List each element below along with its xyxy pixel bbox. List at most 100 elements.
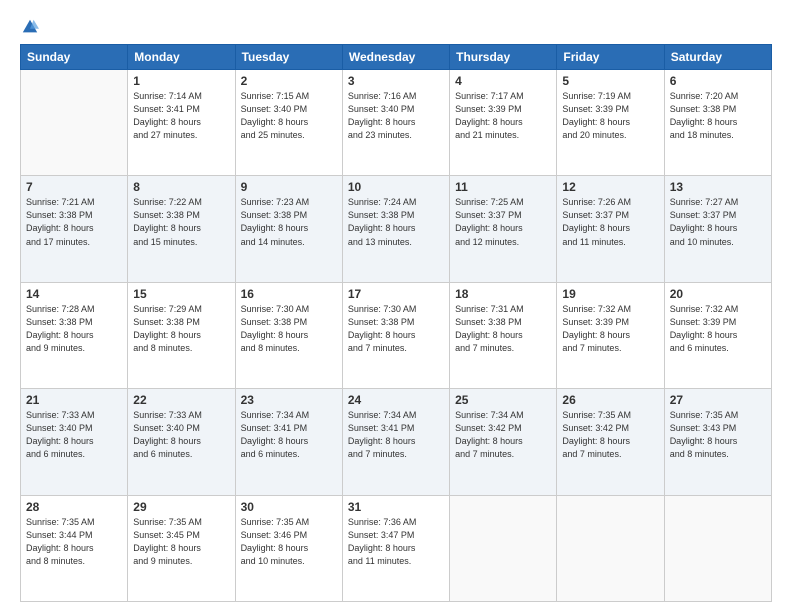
cell-daylight-info: Sunrise: 7:26 AM Sunset: 3:37 PM Dayligh… (562, 196, 658, 248)
day-number: 1 (133, 74, 229, 88)
day-number: 2 (241, 74, 337, 88)
cell-daylight-info: Sunrise: 7:31 AM Sunset: 3:38 PM Dayligh… (455, 303, 551, 355)
calendar-cell: 17 Sunrise: 7:30 AM Sunset: 3:38 PM Dayli… (342, 282, 449, 388)
weekday-header-row: SundayMondayTuesdayWednesdayThursdayFrid… (21, 45, 772, 70)
logo-icon (21, 18, 39, 36)
day-number: 21 (26, 393, 122, 407)
logo (20, 18, 39, 36)
cell-daylight-info: Sunrise: 7:34 AM Sunset: 3:42 PM Dayligh… (455, 409, 551, 461)
calendar-cell: 31 Sunrise: 7:36 AM Sunset: 3:47 PM Dayli… (342, 495, 449, 601)
day-number: 6 (670, 74, 766, 88)
cell-daylight-info: Sunrise: 7:23 AM Sunset: 3:38 PM Dayligh… (241, 196, 337, 248)
cell-daylight-info: Sunrise: 7:14 AM Sunset: 3:41 PM Dayligh… (133, 90, 229, 142)
calendar-cell: 26 Sunrise: 7:35 AM Sunset: 3:42 PM Dayli… (557, 389, 664, 495)
day-number: 26 (562, 393, 658, 407)
cell-daylight-info: Sunrise: 7:32 AM Sunset: 3:39 PM Dayligh… (562, 303, 658, 355)
day-number: 14 (26, 287, 122, 301)
page: SundayMondayTuesdayWednesdayThursdayFrid… (0, 0, 792, 612)
day-number: 18 (455, 287, 551, 301)
calendar-week-row: 7 Sunrise: 7:21 AM Sunset: 3:38 PM Daylig… (21, 176, 772, 282)
day-number: 24 (348, 393, 444, 407)
calendar-cell: 9 Sunrise: 7:23 AM Sunset: 3:38 PM Daylig… (235, 176, 342, 282)
calendar-week-row: 28 Sunrise: 7:35 AM Sunset: 3:44 PM Dayli… (21, 495, 772, 601)
day-number: 25 (455, 393, 551, 407)
cell-daylight-info: Sunrise: 7:16 AM Sunset: 3:40 PM Dayligh… (348, 90, 444, 142)
cell-daylight-info: Sunrise: 7:15 AM Sunset: 3:40 PM Dayligh… (241, 90, 337, 142)
cell-daylight-info: Sunrise: 7:17 AM Sunset: 3:39 PM Dayligh… (455, 90, 551, 142)
cell-daylight-info: Sunrise: 7:35 AM Sunset: 3:44 PM Dayligh… (26, 516, 122, 568)
day-number: 5 (562, 74, 658, 88)
calendar-cell: 29 Sunrise: 7:35 AM Sunset: 3:45 PM Dayli… (128, 495, 235, 601)
day-number: 16 (241, 287, 337, 301)
calendar-cell: 23Sunrise: 7:34 AM Sunset: 3:41 PM Dayli… (235, 389, 342, 495)
day-number: 28 (26, 500, 122, 514)
calendar-cell: 24Sunrise: 7:34 AM Sunset: 3:41 PM Dayli… (342, 389, 449, 495)
calendar-cell: 27Sunrise: 7:35 AM Sunset: 3:43 PM Dayli… (664, 389, 771, 495)
header (20, 18, 772, 36)
calendar-cell: 12 Sunrise: 7:26 AM Sunset: 3:37 PM Dayli… (557, 176, 664, 282)
calendar-cell: 8Sunrise: 7:22 AM Sunset: 3:38 PM Daylig… (128, 176, 235, 282)
calendar-cell: 19Sunrise: 7:32 AM Sunset: 3:39 PM Dayli… (557, 282, 664, 388)
calendar-cell: 21 Sunrise: 7:33 AM Sunset: 3:40 PM Dayli… (21, 389, 128, 495)
day-number: 22 (133, 393, 229, 407)
calendar-cell: 5 Sunrise: 7:19 AM Sunset: 3:39 PM Daylig… (557, 70, 664, 176)
day-number: 17 (348, 287, 444, 301)
cell-daylight-info: Sunrise: 7:27 AM Sunset: 3:37 PM Dayligh… (670, 196, 766, 248)
calendar-cell: 25 Sunrise: 7:34 AM Sunset: 3:42 PM Dayli… (450, 389, 557, 495)
day-number: 13 (670, 180, 766, 194)
calendar-table: SundayMondayTuesdayWednesdayThursdayFrid… (20, 44, 772, 602)
calendar-cell: 28 Sunrise: 7:35 AM Sunset: 3:44 PM Dayli… (21, 495, 128, 601)
day-number: 20 (670, 287, 766, 301)
cell-daylight-info: Sunrise: 7:35 AM Sunset: 3:46 PM Dayligh… (241, 516, 337, 568)
day-number: 9 (241, 180, 337, 194)
cell-daylight-info: Sunrise: 7:35 AM Sunset: 3:43 PM Dayligh… (670, 409, 766, 461)
cell-daylight-info: Sunrise: 7:30 AM Sunset: 3:38 PM Dayligh… (348, 303, 444, 355)
calendar-cell: 10Sunrise: 7:24 AM Sunset: 3:38 PM Dayli… (342, 176, 449, 282)
cell-daylight-info: Sunrise: 7:36 AM Sunset: 3:47 PM Dayligh… (348, 516, 444, 568)
cell-daylight-info: Sunrise: 7:20 AM Sunset: 3:38 PM Dayligh… (670, 90, 766, 142)
weekday-header-thursday: Thursday (450, 45, 557, 70)
cell-daylight-info: Sunrise: 7:19 AM Sunset: 3:39 PM Dayligh… (562, 90, 658, 142)
calendar-cell: 2 Sunrise: 7:15 AM Sunset: 3:40 PM Daylig… (235, 70, 342, 176)
calendar-week-row: 14 Sunrise: 7:28 AM Sunset: 3:38 PM Dayli… (21, 282, 772, 388)
cell-daylight-info: Sunrise: 7:30 AM Sunset: 3:38 PM Dayligh… (241, 303, 337, 355)
weekday-header-friday: Friday (557, 45, 664, 70)
calendar-cell (664, 495, 771, 601)
weekday-header-sunday: Sunday (21, 45, 128, 70)
cell-daylight-info: Sunrise: 7:34 AM Sunset: 3:41 PM Dayligh… (241, 409, 337, 461)
cell-daylight-info: Sunrise: 7:21 AM Sunset: 3:38 PM Dayligh… (26, 196, 122, 248)
weekday-header-wednesday: Wednesday (342, 45, 449, 70)
calendar-cell: 14 Sunrise: 7:28 AM Sunset: 3:38 PM Dayli… (21, 282, 128, 388)
day-number: 4 (455, 74, 551, 88)
day-number: 31 (348, 500, 444, 514)
cell-daylight-info: Sunrise: 7:22 AM Sunset: 3:38 PM Dayligh… (133, 196, 229, 248)
calendar-cell: 20 Sunrise: 7:32 AM Sunset: 3:39 PM Dayli… (664, 282, 771, 388)
calendar-cell: 22 Sunrise: 7:33 AM Sunset: 3:40 PM Dayli… (128, 389, 235, 495)
cell-daylight-info: Sunrise: 7:32 AM Sunset: 3:39 PM Dayligh… (670, 303, 766, 355)
calendar-cell: 6 Sunrise: 7:20 AM Sunset: 3:38 PM Daylig… (664, 70, 771, 176)
weekday-header-saturday: Saturday (664, 45, 771, 70)
calendar-week-row: 21 Sunrise: 7:33 AM Sunset: 3:40 PM Dayli… (21, 389, 772, 495)
day-number: 7 (26, 180, 122, 194)
cell-daylight-info: Sunrise: 7:28 AM Sunset: 3:38 PM Dayligh… (26, 303, 122, 355)
cell-daylight-info: Sunrise: 7:33 AM Sunset: 3:40 PM Dayligh… (133, 409, 229, 461)
day-number: 30 (241, 500, 337, 514)
cell-daylight-info: Sunrise: 7:35 AM Sunset: 3:45 PM Dayligh… (133, 516, 229, 568)
calendar-cell: 16 Sunrise: 7:30 AM Sunset: 3:38 PM Dayli… (235, 282, 342, 388)
cell-daylight-info: Sunrise: 7:33 AM Sunset: 3:40 PM Dayligh… (26, 409, 122, 461)
cell-daylight-info: Sunrise: 7:29 AM Sunset: 3:38 PM Dayligh… (133, 303, 229, 355)
calendar-week-row: 1 Sunrise: 7:14 AM Sunset: 3:41 PM Daylig… (21, 70, 772, 176)
weekday-header-monday: Monday (128, 45, 235, 70)
calendar-cell (450, 495, 557, 601)
day-number: 29 (133, 500, 229, 514)
calendar-cell: 11Sunrise: 7:25 AM Sunset: 3:37 PM Dayli… (450, 176, 557, 282)
weekday-header-tuesday: Tuesday (235, 45, 342, 70)
calendar-cell: 30 Sunrise: 7:35 AM Sunset: 3:46 PM Dayli… (235, 495, 342, 601)
calendar-cell: 4 Sunrise: 7:17 AM Sunset: 3:39 PM Daylig… (450, 70, 557, 176)
cell-daylight-info: Sunrise: 7:35 AM Sunset: 3:42 PM Dayligh… (562, 409, 658, 461)
calendar-cell: 1 Sunrise: 7:14 AM Sunset: 3:41 PM Daylig… (128, 70, 235, 176)
day-number: 12 (562, 180, 658, 194)
day-number: 3 (348, 74, 444, 88)
cell-daylight-info: Sunrise: 7:25 AM Sunset: 3:37 PM Dayligh… (455, 196, 551, 248)
calendar-cell (557, 495, 664, 601)
